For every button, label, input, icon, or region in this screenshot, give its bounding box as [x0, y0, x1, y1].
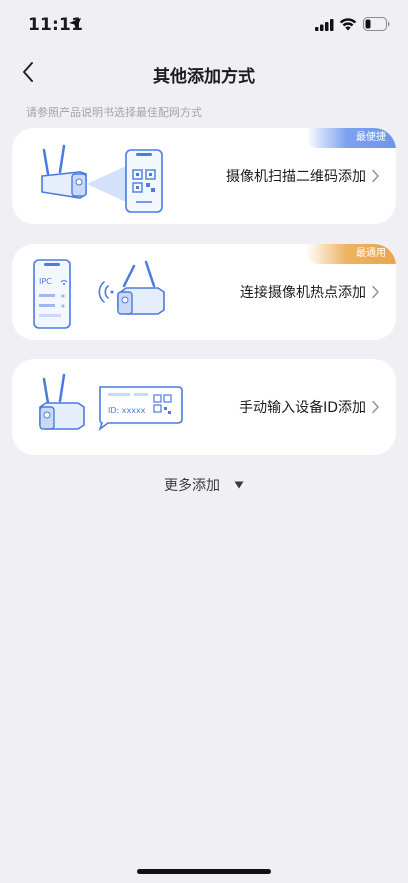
triangle-down-icon — [234, 481, 244, 489]
cellular-signal-icon — [315, 19, 334, 31]
qr-scan-add-label: 摄像机扫描二维码添加 — [226, 169, 366, 185]
hotspot-add-label: 连接摄像机热点添加 — [240, 285, 366, 301]
qr-scan-add-card[interactable]: 最便捷 摄像机扫描二维码添加 — [12, 128, 396, 224]
more-add-label: 更多添加 — [164, 478, 220, 494]
chevron-right-icon — [372, 400, 379, 414]
more-add-options-button[interactable]: 更多添加 — [0, 475, 408, 495]
wifi-icon — [339, 18, 357, 31]
manual-id-add-label: 手动输入设备ID添加 — [239, 400, 366, 416]
home-indicator — [137, 869, 271, 874]
camera-scanning-qr-illustration — [41, 144, 163, 213]
page-title: 其他添加方式 — [153, 67, 255, 87]
camera-manual-id-illustration: ID: xxxxx — [39, 373, 183, 432]
badge-most-convenient: 最便捷 — [306, 128, 396, 148]
navigation-bar: 其他添加方式 — [0, 50, 408, 96]
phone-ipc-text: IPC — [39, 277, 52, 286]
status-bar: 11:11 — [0, 0, 408, 50]
hotspot-add-card[interactable]: 最通用 IPC 连接摄像机热点添加 — [12, 244, 396, 340]
badge-most-common: 最通用 — [306, 244, 396, 264]
chevron-right-icon — [372, 169, 379, 183]
bubble-id-text: ID: xxxxx — [108, 406, 146, 415]
chevron-right-icon — [372, 285, 379, 299]
manual-id-add-card[interactable]: ID: xxxxx 手动输入设备ID添加 — [12, 359, 396, 455]
location-arrow-icon — [69, 18, 81, 30]
instruction-hint: 请参照产品说明书选择最佳配网方式 — [26, 106, 202, 119]
battery-low-icon — [363, 17, 390, 31]
phone-camera-hotspot-illustration: IPC — [33, 259, 165, 329]
